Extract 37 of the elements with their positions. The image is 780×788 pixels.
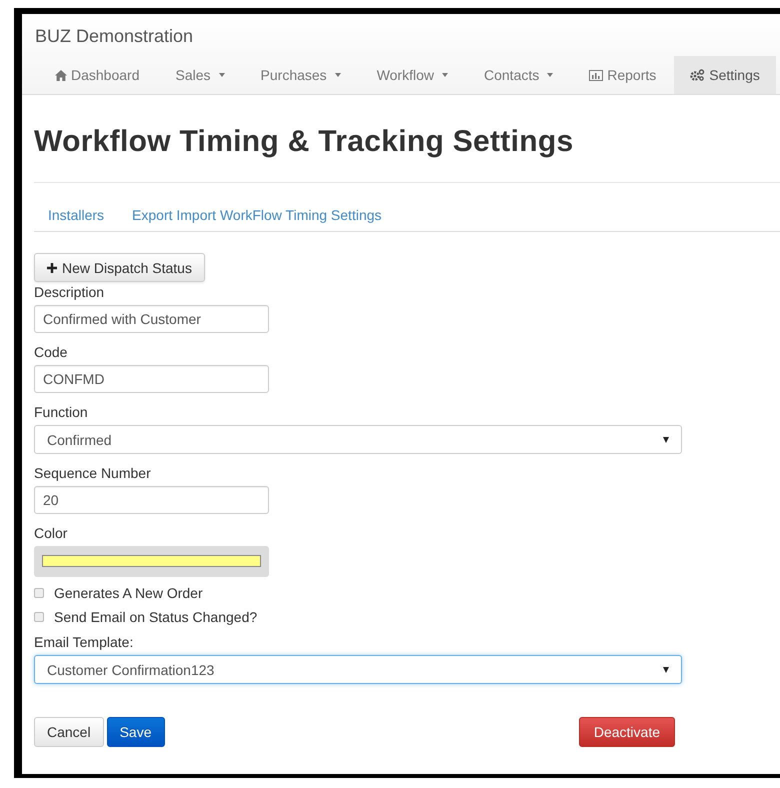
field-label: Sequence Number <box>34 465 152 481</box>
page-title: Workflow Timing & Tracking Settings <box>34 95 780 183</box>
nav-item[interactable]: Sales <box>158 56 243 94</box>
nav-item[interactable]: Dashboard <box>37 56 158 94</box>
field-label: Description <box>34 284 106 300</box>
cancel-button[interactable]: Cancel <box>34 717 104 747</box>
field-label: Code <box>34 344 68 360</box>
brand-title[interactable]: BUZ Demonstration <box>22 14 194 50</box>
plus-icon <box>47 262 57 272</box>
color-picker[interactable] <box>34 546 269 577</box>
nav-item[interactable]: Settings <box>674 56 776 94</box>
checkbox[interactable] <box>34 612 44 622</box>
gears-icon <box>690 69 706 81</box>
nav-item[interactable]: Workflow <box>358 56 466 94</box>
nav-item[interactable]: Reports <box>571 56 674 94</box>
dropdown-arrow-icon <box>663 666 669 672</box>
tab-link[interactable]: Installers <box>34 207 118 223</box>
dropdown-arrow-icon <box>663 436 669 442</box>
checkbox-label: Send Email on Status Changed? <box>54 609 258 625</box>
field-label: Color <box>34 525 68 541</box>
text-field[interactable]: 20 <box>34 486 269 514</box>
deactivate-button[interactable]: Deactivate <box>578 717 675 747</box>
nav-item[interactable]: Purchases <box>242 56 359 94</box>
text-field[interactable]: CONFMD <box>34 365 269 393</box>
tab-link[interactable]: Export Import WorkFlow Timing Settings <box>118 207 396 223</box>
save-button[interactable]: Save <box>106 717 165 747</box>
checkbox[interactable] <box>34 588 44 598</box>
home-icon <box>55 70 67 80</box>
select-field[interactable]: Customer Confirmation123 <box>34 655 682 684</box>
field-label: Email Template: <box>34 634 134 650</box>
select-field[interactable]: Confirmed <box>34 425 682 454</box>
new-dispatch-status-button[interactable]: New Dispatch Status <box>34 253 205 282</box>
checkbox-label: Generates A New Order <box>54 585 203 601</box>
nav-item[interactable]: Contacts <box>466 56 572 94</box>
bar-chart-icon <box>589 70 604 80</box>
field-label: Function <box>34 404 89 420</box>
text-field[interactable]: Confirmed with Customer <box>34 305 269 333</box>
